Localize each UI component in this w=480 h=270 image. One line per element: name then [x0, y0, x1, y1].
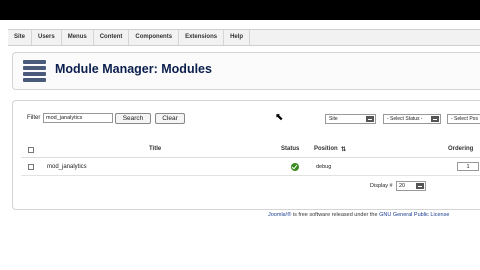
row-checkbox[interactable] — [28, 164, 34, 170]
table-row: mod_janalytics debug 1 — [21, 159, 480, 176]
filter-input[interactable] — [43, 113, 113, 123]
module-title-link[interactable]: mod_janalytics — [47, 164, 87, 170]
dropdown-arrow-icon — [431, 116, 439, 122]
module-manager-icon — [23, 60, 46, 82]
column-position[interactable]: Position — [314, 146, 338, 152]
column-title[interactable]: Title — [149, 146, 161, 152]
ordering-input[interactable]: 1 — [457, 162, 479, 171]
column-ordering[interactable]: Ordering — [448, 146, 473, 152]
client-select-value: Site — [329, 116, 338, 122]
window-top-bar — [0, 0, 480, 20]
menu-users[interactable]: Users — [32, 30, 62, 45]
menu-extensions[interactable]: Extensions — [179, 30, 225, 45]
position-select-value: - Select Pos — [451, 116, 478, 122]
admin-menu-bar: Site Users Menus Content Components Exte… — [8, 29, 480, 46]
clear-button[interactable]: Clear — [155, 113, 185, 124]
menu-site[interactable]: Site — [8, 30, 33, 45]
table-header: Title Status Position ⇅ Ordering — [21, 143, 480, 158]
menu-help[interactable]: Help — [224, 30, 251, 45]
dropdown-arrow-icon — [366, 116, 374, 122]
filter-label: Filter — [27, 115, 41, 121]
menu-content[interactable]: Content — [94, 30, 130, 45]
column-status[interactable]: Status — [281, 146, 299, 152]
sort-icon: ⇅ — [341, 147, 347, 153]
module-list-panel: Filter Search Clear ⬉ Site - Select Stat… — [12, 100, 480, 210]
status-select-value: - Select Status - — [387, 116, 423, 122]
status-select[interactable]: - Select Status - — [383, 114, 441, 124]
display-limit-label: Display # — [370, 183, 393, 189]
footer-text: is free software released under the — [291, 212, 380, 218]
search-button[interactable]: Search — [115, 113, 151, 124]
mouse-cursor-icon: ⬉ — [275, 112, 284, 123]
position-select[interactable]: - Select Pos — [447, 114, 480, 124]
page-title: Module Manager: Modules — [55, 62, 212, 76]
gpl-link[interactable]: GNU General Public License — [379, 212, 449, 218]
footer: Joomla!® is free software released under… — [268, 212, 449, 218]
menu-components[interactable]: Components — [129, 30, 180, 45]
display-limit-select[interactable]: 20 — [396, 181, 426, 191]
module-position: debug — [316, 164, 332, 170]
page-header: Module Manager: Modules — [12, 52, 480, 90]
select-all-checkbox[interactable] — [28, 147, 34, 153]
joomla-link[interactable]: Joomla!® — [268, 212, 291, 218]
menu-menus[interactable]: Menus — [62, 30, 94, 45]
client-select[interactable]: Site — [325, 114, 376, 124]
published-icon[interactable] — [291, 163, 299, 171]
dropdown-arrow-icon — [416, 183, 424, 189]
display-limit-value: 20 — [399, 183, 406, 189]
